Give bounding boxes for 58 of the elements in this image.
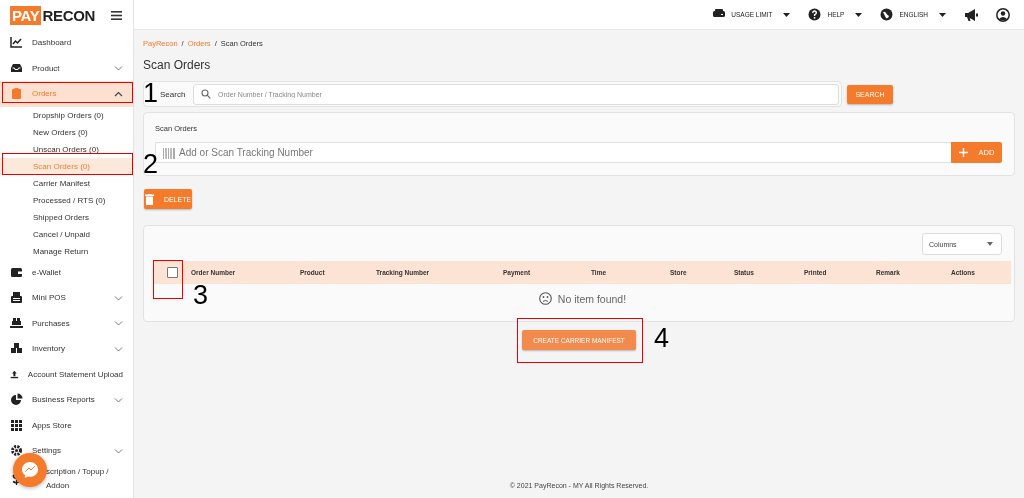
globe-icon: [880, 8, 894, 21]
sidebar-item[interactable]: Dashboard: [0, 30, 133, 56]
chevron-icon: [114, 65, 123, 72]
chevron-icon: [114, 294, 123, 301]
barcode-icon: [163, 147, 175, 159]
chevron-icon: [114, 447, 123, 454]
search-icon: [201, 89, 211, 99]
inbox-icon: [10, 61, 23, 75]
logo: PAY RECON: [10, 5, 96, 25]
sidebar-item[interactable]: Apps Store: [0, 412, 133, 438]
sidebar-item[interactable]: Settings: [0, 438, 133, 464]
pie-chart-icon: [10, 393, 23, 407]
pallet-icon: [10, 316, 23, 330]
grid-icon: [10, 418, 23, 432]
help-icon: [808, 8, 822, 21]
search-label: Search: [160, 89, 187, 99]
empty-message: No item found!: [557, 292, 627, 305]
sidebar-subitem[interactable]: Carrier Manifest: [0, 174, 133, 192]
trash-icon: [144, 193, 154, 205]
megaphone-icon[interactable]: [964, 7, 978, 22]
caret-icon: [855, 12, 863, 17]
sidebar-subitem[interactable]: Manage Return: [0, 242, 133, 260]
select-all-checkbox[interactable]: [167, 267, 178, 278]
user-icon[interactable]: [996, 7, 1010, 22]
annotation-number: 4: [654, 323, 670, 353]
sidebar-subitem[interactable]: Cancel / Unpaid: [0, 225, 133, 243]
boxes-icon: [10, 342, 23, 356]
caret-icon: [783, 12, 791, 17]
annotation-number: 3: [193, 280, 209, 310]
plus-icon: [958, 148, 968, 157]
chevron-icon: [114, 345, 123, 352]
menu-icon[interactable]: [111, 10, 122, 20]
sidebar-item[interactable]: Business Reports: [0, 387, 133, 413]
sidebar-subitem[interactable]: New Orders (0): [0, 123, 133, 141]
wallet-icon: [10, 265, 23, 279]
sidebar-item[interactable]: Account Statement Upload: [0, 361, 133, 387]
chevron-icon: [114, 396, 123, 403]
caret-icon: [987, 242, 993, 246]
settings-icon: [10, 444, 23, 458]
highlight-frame: [153, 260, 183, 299]
sidebar-item[interactable]: Mini POS: [0, 285, 133, 311]
sidebar-item[interactable]: Product: [0, 55, 133, 81]
annotation-number: 1: [143, 78, 159, 108]
chart-icon: [10, 36, 23, 50]
sidebar-item[interactable]: e-Wallet: [0, 259, 133, 285]
chevron-icon: [114, 90, 123, 97]
sidebar-subitem[interactable]: Dropship Orders (0): [0, 106, 133, 124]
sidebar-item[interactable]: Purchases: [0, 310, 133, 336]
page-title: Scan Orders: [143, 58, 212, 72]
sidebar-item[interactable]: Inventory: [0, 336, 133, 362]
chevron-icon: [114, 320, 123, 327]
sidebar-subitem[interactable]: Shipped Orders: [0, 208, 133, 226]
cash-register-icon: [10, 291, 23, 305]
messenger-icon: [21, 461, 39, 479]
clipboard-icon: [10, 87, 23, 101]
sad-face-icon: [538, 292, 552, 305]
caret-icon: [939, 12, 946, 17]
sidebar-subitem[interactable]: Processed / RTS (0): [0, 191, 133, 209]
